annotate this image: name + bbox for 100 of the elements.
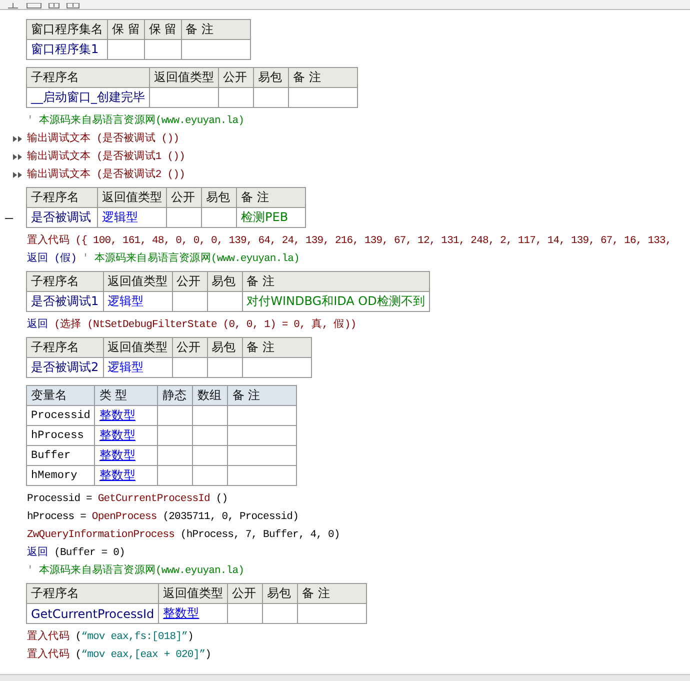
name-cell: 是否被调试1	[26, 292, 104, 312]
column-header: 公开	[228, 584, 263, 604]
table-cell	[158, 406, 193, 426]
table-cell	[288, 88, 358, 108]
column-header: 保 留	[108, 20, 144, 40]
column-header: 返回值类型	[158, 584, 228, 604]
table-cell	[207, 358, 242, 378]
column-header: 类 型	[94, 386, 158, 406]
toolbar-icon[interactable]	[6, 3, 20, 9]
name-cell: hMemory	[26, 466, 95, 486]
type-cell: 整数型	[94, 406, 158, 426]
table-cell	[192, 426, 228, 446]
column-header: 保 留	[144, 20, 182, 40]
table-cell	[228, 446, 297, 466]
column-header: 备 注	[236, 188, 306, 208]
column-header: 备 注	[242, 338, 312, 358]
code-line: ' 本源码来自易语言资源网(www.eyuyan.la)	[26, 563, 246, 579]
column-header: 易包	[262, 584, 298, 604]
table-cell	[207, 292, 242, 312]
column-header: 静态	[158, 386, 193, 406]
type-cell: 逻辑型	[98, 208, 166, 228]
column-header: 子程序名	[26, 272, 104, 292]
comment-cell: 对付WINDBG和IDA OD检测不到	[242, 292, 430, 312]
code-line: 输出调试文本 (是否被调试2 ())	[0, 166, 690, 184]
table-cell	[172, 292, 208, 312]
column-header: 备 注	[288, 68, 358, 88]
code-line: 置入代码 (“mov eax,fs:[018]”)	[26, 629, 194, 645]
window-icon[interactable]	[26, 3, 42, 9]
name-cell: 窗口程序集1	[26, 40, 108, 60]
table-cell	[218, 88, 254, 108]
code-line: 返回 (选择 (NtSetDebugFilterState (0, 0, 1) = 0, 真, 假))	[26, 317, 358, 333]
column-header: 子程序名	[26, 338, 104, 358]
type-cell: 整数型	[94, 466, 158, 486]
name-cell: hProcess	[26, 426, 95, 446]
column-header: 子程序名	[26, 584, 159, 604]
table-cell	[262, 604, 298, 624]
double-arrow-icon	[13, 172, 22, 178]
table-cell	[144, 40, 182, 60]
table-cell	[254, 88, 288, 108]
table-cell	[228, 406, 297, 426]
table-cell	[202, 208, 236, 228]
name-cell: Buffer	[26, 446, 95, 466]
column-header: 变量名	[26, 386, 95, 406]
double-arrow-icon	[13, 154, 22, 160]
column-header: 备 注	[228, 386, 297, 406]
table-cell	[228, 466, 297, 486]
column-header: 公开	[172, 338, 208, 358]
name-cell: GetCurrentProcessId	[26, 604, 159, 624]
code-line: 输出调试文本 (是否被调试1 ())	[0, 148, 690, 166]
name-cell: __启动窗口_创建完毕	[26, 88, 150, 108]
table-cell	[158, 426, 193, 446]
table-cell	[166, 208, 202, 228]
table-cell	[172, 358, 208, 378]
column-header: 备 注	[298, 584, 367, 604]
table-cell	[158, 446, 193, 466]
table-cell	[108, 40, 144, 60]
code-line: Processid = GetCurrentProcessId ()	[26, 492, 229, 507]
column-header: 公开	[166, 188, 202, 208]
table-cell	[192, 446, 228, 466]
column-header: 备 注	[181, 20, 250, 40]
table-cell	[228, 604, 263, 624]
code-line: hProcess = OpenProcess (2035711, 0, Processid)	[26, 510, 300, 525]
table-cell	[192, 406, 228, 426]
name-cell: 是否被调试	[26, 208, 98, 228]
column-header: 窗口程序集名	[26, 20, 108, 40]
column-header: 数组	[192, 386, 228, 406]
code-line: 置入代码 (“mov eax,[eax + 020]”)	[26, 647, 212, 663]
table-cell	[150, 88, 218, 108]
code-line: ZwQueryInformationProcess (hProcess, 7, Buffer, 4, 0)	[26, 528, 341, 543]
type-cell: 逻辑型	[103, 358, 172, 378]
column-header: 备 注	[242, 272, 430, 292]
column-header: 公开	[172, 272, 208, 292]
name-cell: Processid	[26, 406, 95, 426]
table-cell	[192, 466, 228, 486]
column-header: 返回值类型	[103, 272, 172, 292]
column-header: 返回值类型	[98, 188, 166, 208]
column-header: 返回值类型	[103, 338, 172, 358]
table-cell	[158, 466, 193, 486]
code-line: 置入代码 ({ 100, 161, 48, 0, 0, 0, 139, 64, 24, 139, 216, 139, 67, 12, 131, 248, 2, 117, 14, 139, 67, 16, 133,	[26, 233, 672, 249]
type-cell: 逻辑型	[103, 292, 172, 312]
column-header: 易包	[207, 272, 242, 292]
column-header: 易包	[202, 188, 236, 208]
type-cell: 整数型	[94, 446, 158, 466]
fold-marker	[5, 218, 13, 219]
code-line: 返回 (Buffer = 0)	[26, 545, 126, 561]
column-header: 子程序名	[26, 68, 150, 88]
type-cell: 整数型	[94, 426, 158, 446]
code-line: 输出调试文本 (是否被调试 ())	[0, 130, 690, 148]
column-header: 子程序名	[26, 188, 98, 208]
code-line: ' 本源码来自易语言资源网(www.eyuyan.la)	[26, 113, 246, 129]
table-cell	[298, 604, 367, 624]
double-arrow-icon	[13, 136, 22, 142]
table-cell	[228, 426, 297, 446]
table-cell	[181, 40, 250, 60]
column-header: 易包	[207, 338, 242, 358]
table-cell	[242, 358, 312, 378]
code-line: 返回 (假) ' 本源码来自易语言资源网(www.eyuyan.la)	[26, 251, 300, 267]
column-header: 易包	[254, 68, 288, 88]
comment-cell: 检测PEB	[236, 208, 306, 228]
horizontal-scrollbar[interactable]	[0, 674, 690, 681]
